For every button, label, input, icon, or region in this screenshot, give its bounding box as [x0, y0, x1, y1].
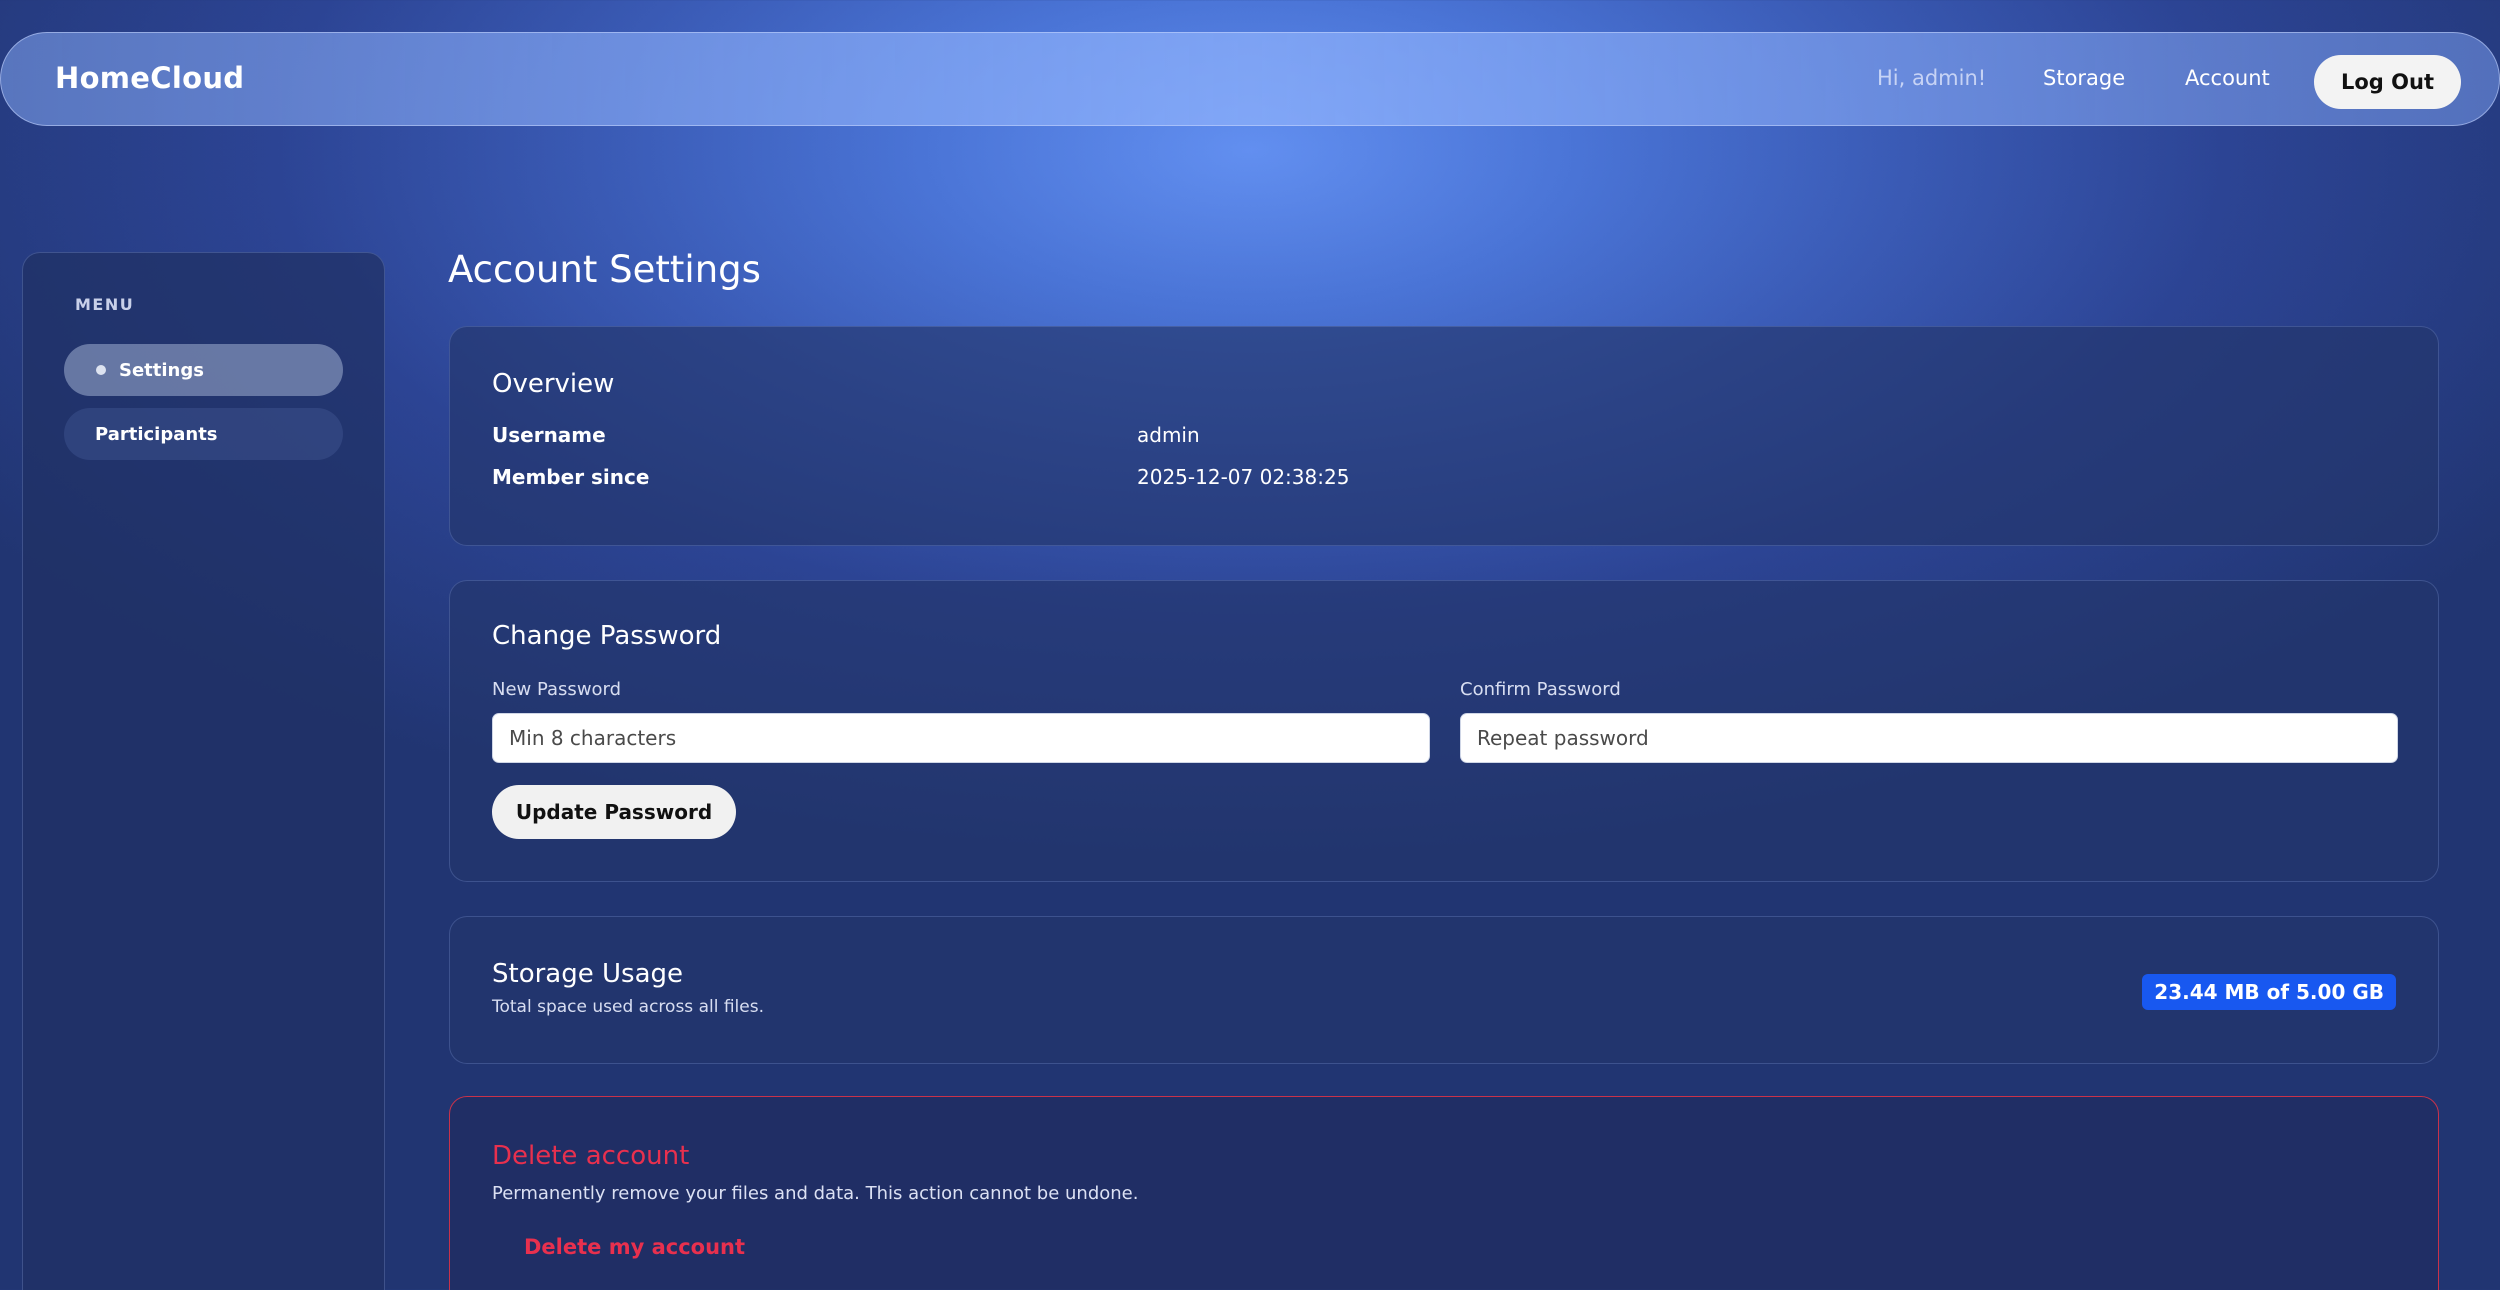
- member-since-label: Member since: [492, 465, 650, 489]
- delete-account-title: Delete account: [492, 1141, 690, 1171]
- update-password-button[interactable]: Update Password: [492, 785, 736, 839]
- top-navbar: HomeCloud Hi, admin! Storage Account Log…: [0, 32, 2500, 126]
- page-title: Account Settings: [448, 248, 761, 291]
- sidebar: MENU Settings Participants: [22, 252, 385, 1290]
- delete-account-description: Permanently remove your files and data. …: [492, 1183, 1139, 1204]
- sidebar-item-participants[interactable]: Participants: [64, 408, 343, 460]
- confirm-password-input[interactable]: [1460, 713, 2398, 763]
- user-greeting: Hi, admin!: [1877, 66, 1987, 90]
- logout-button[interactable]: Log Out: [2314, 55, 2461, 109]
- username-label: Username: [492, 423, 606, 447]
- sidebar-item-settings[interactable]: Settings: [64, 344, 343, 396]
- overview-card: Overview Username admin Member since 202…: [449, 326, 2439, 546]
- overview-title: Overview: [492, 369, 615, 399]
- sidebar-heading: MENU: [75, 295, 135, 314]
- new-password-label: New Password: [492, 679, 622, 700]
- confirm-password-label: Confirm Password: [1460, 679, 1621, 700]
- storage-usage-subtitle: Total space used across all files.: [492, 997, 764, 1017]
- delete-account-button[interactable]: Delete my account: [492, 1225, 777, 1269]
- storage-usage-card: Storage Usage Total space used across al…: [449, 916, 2439, 1064]
- sidebar-item-label: Participants: [95, 423, 218, 445]
- change-password-card: Change Password New Password Confirm Pas…: [449, 580, 2439, 882]
- change-password-title: Change Password: [492, 621, 722, 651]
- storage-usage-badge: 23.44 MB of 5.00 GB: [2142, 974, 2396, 1010]
- nav-link-account[interactable]: Account: [2185, 66, 2270, 90]
- nav-link-storage[interactable]: Storage: [2043, 66, 2125, 90]
- delete-account-card: Delete account Permanently remove your f…: [449, 1096, 2439, 1290]
- new-password-input[interactable]: [492, 713, 1430, 763]
- active-indicator-dot: [96, 365, 106, 375]
- username-value: admin: [1137, 423, 1200, 447]
- member-since-value: 2025-12-07 02:38:25: [1137, 465, 1350, 489]
- brand-logo[interactable]: HomeCloud: [55, 61, 244, 95]
- sidebar-item-label: Settings: [119, 359, 204, 381]
- storage-usage-title: Storage Usage: [492, 959, 684, 989]
